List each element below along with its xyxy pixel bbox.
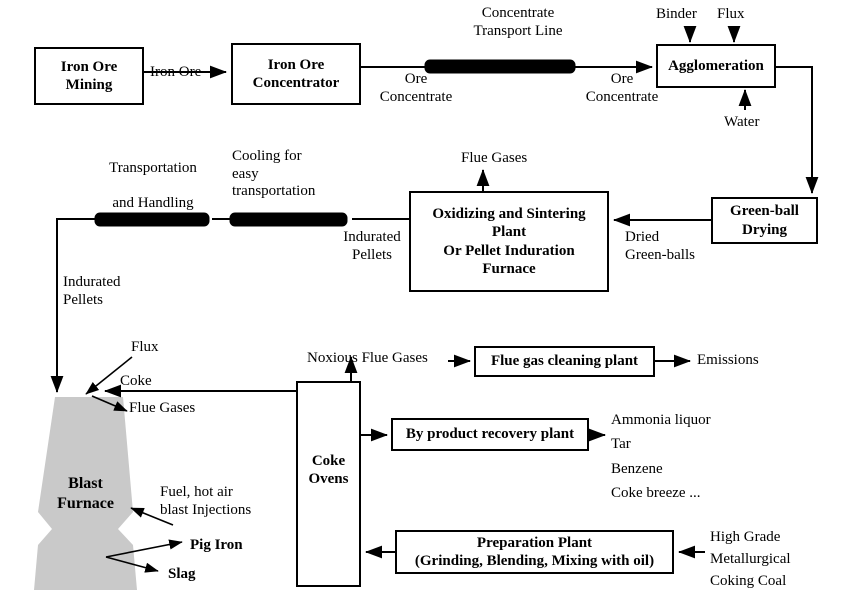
flow-label-transportation-and-handling: Transportation and Handling — [109, 160, 197, 212]
flow-label-flux-top: Flux — [717, 6, 745, 22]
flow-label-water: Water — [724, 114, 760, 130]
flow-label-ore-concentrate-1: Ore Concentrate — [379, 71, 453, 105]
flow-label-flue-gases-sintering: Flue Gases — [461, 150, 528, 166]
flow-label-fuel-hot-air-blast-injections: Fuel, hot air blast Injections — [160, 484, 252, 518]
process-flow-diagram: Iron Ore Mining Iron Ore Concentrator Ag… — [0, 0, 850, 603]
flow-label-concentrate-transport-line: Concentrate Transport Line — [473, 5, 563, 39]
box-iron-ore-mining[interactable] — [34, 47, 144, 105]
box-green-ball-drying[interactable] — [711, 197, 818, 244]
flow-label-ore-concentrate-2: Ore Concentrate — [585, 71, 659, 105]
flow-label-dried-green-balls: Dried Green-balls — [625, 229, 695, 263]
conveyor-cooling-transport — [229, 212, 348, 227]
box-by-product-recovery-plant[interactable] — [391, 418, 589, 451]
flow-label-cooling-for-easy-transportation: Cooling for easy transportation — [232, 148, 316, 200]
flow-label-iron-ore: Iron Ore — [150, 64, 202, 80]
arrow-agglomeration-to-greenball — [775, 66, 819, 194]
flow-label-coke: Coke — [120, 373, 152, 389]
flow-label-by-products: Ammonia liquor Tar Benzene Coke breeze .… — [611, 412, 711, 501]
flow-label-flue-gases-blast-furnace: Flue Gases — [129, 400, 196, 416]
flow-label-pig-iron: Pig Iron — [190, 537, 243, 553]
flow-label-indurated-pellets-1: Indurated Pellets — [343, 229, 401, 263]
box-agglomeration[interactable] — [656, 44, 776, 88]
flow-label-binder: Binder — [656, 6, 697, 22]
box-oxidizing-sintering[interactable] — [409, 191, 609, 292]
flow-label-slag: Slag — [168, 566, 196, 582]
flow-label-emissions: Emissions — [697, 352, 759, 368]
box-iron-ore-concentrator[interactable] — [231, 43, 361, 105]
conveyor-transportation-handling — [94, 212, 210, 227]
flow-label-flux-blast-furnace: Flux — [131, 339, 159, 355]
box-flue-gas-cleaning-plant[interactable] — [474, 346, 655, 377]
box-coke-ovens[interactable] — [296, 381, 361, 587]
flow-label-coking-coal: High Grade Metallurgical Coking Coal — [710, 529, 791, 589]
flow-label-indurated-pellets-2: Indurated Pellets — [63, 274, 121, 308]
box-preparation-plant[interactable] — [395, 530, 674, 574]
flow-label-noxious-flue-gases: Noxious Flue Gases — [307, 350, 428, 366]
